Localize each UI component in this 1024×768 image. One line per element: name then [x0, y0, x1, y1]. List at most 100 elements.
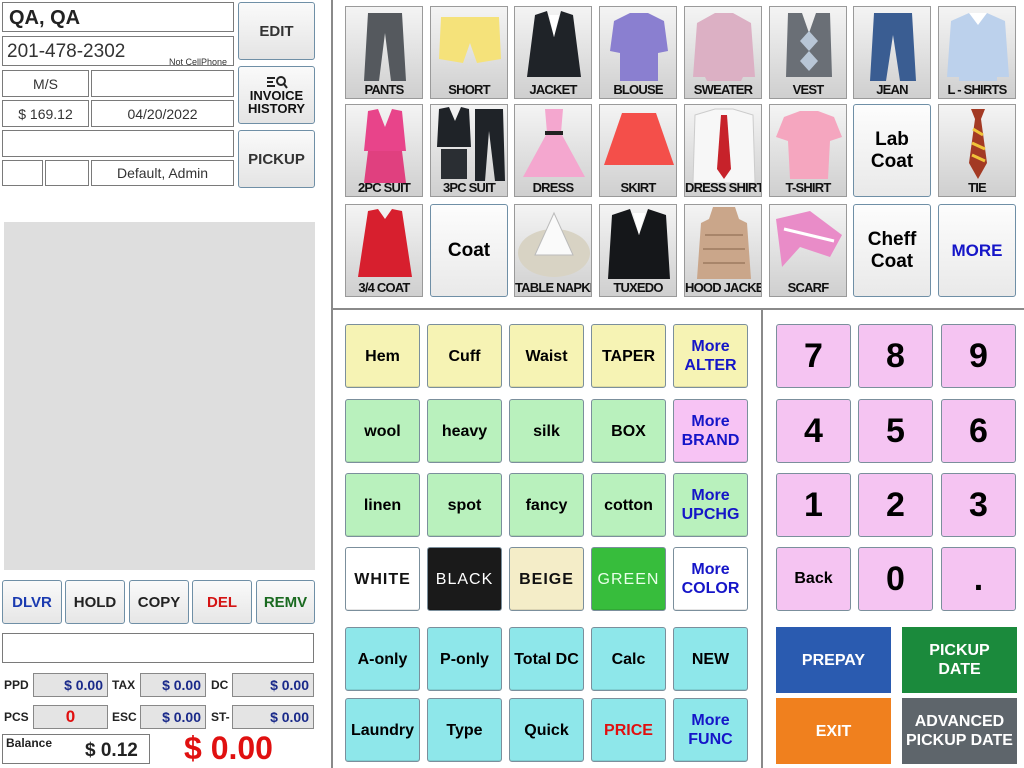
garment-more-button[interactable]: MORE: [938, 204, 1016, 297]
balance-box: Balance $ 0.12: [2, 734, 150, 764]
key-3[interactable]: 3: [941, 473, 1016, 537]
a-only-button[interactable]: A-only: [345, 627, 420, 691]
fancy-button[interactable]: fancy: [509, 473, 584, 537]
exit-button[interactable]: EXIT: [776, 698, 891, 764]
garment-table-napkin[interactable]: TABLE NAPKIN: [514, 204, 592, 297]
customer-amount-field: $ 169.12: [2, 100, 89, 127]
garment-3pc-suit[interactable]: 3PC SUIT: [430, 104, 508, 197]
key-6[interactable]: 6: [941, 399, 1016, 463]
garment-dress-shirts[interactable]: DRESS SHIRTS: [684, 104, 762, 197]
garment-lshirts[interactable]: L - SHIRTS: [938, 6, 1016, 99]
invoice-label-2: HISTORY: [247, 101, 306, 116]
grand-total: $ 0.00: [184, 730, 273, 766]
quick-button[interactable]: Quick: [509, 698, 584, 762]
customer-extra-field: [91, 70, 234, 97]
garment-skirt-label: SKIRT: [620, 180, 656, 195]
garment-tuxedo[interactable]: TUXEDO: [599, 204, 677, 297]
key-7[interactable]: 7: [776, 324, 851, 388]
more-func-button[interactable]: More FUNC: [673, 698, 748, 762]
price-button[interactable]: PRICE: [591, 698, 666, 762]
garment-vest[interactable]: VEST: [769, 6, 847, 99]
more-upchg-label-2: UPCHG: [681, 506, 740, 523]
copy-button[interactable]: COPY: [129, 580, 189, 624]
key-0[interactable]: 0: [858, 547, 933, 611]
color-beige-button[interactable]: BEIGE: [509, 547, 584, 611]
del-button[interactable]: DEL: [192, 580, 252, 624]
key-4[interactable]: 4: [776, 399, 851, 463]
garment-2pc-suit[interactable]: 2PC SUIT: [345, 104, 423, 197]
key-8[interactable]: 8: [858, 324, 933, 388]
dc-label: DC: [211, 678, 229, 692]
garment-jean[interactable]: JEAN: [853, 6, 931, 99]
garment-skirt[interactable]: SKIRT: [599, 104, 677, 197]
linen-button[interactable]: linen: [345, 473, 420, 537]
silk-button[interactable]: silk: [509, 399, 584, 463]
box-button[interactable]: BOX: [591, 399, 666, 463]
garment-coat[interactable]: Coat: [430, 204, 508, 297]
garment-cheff-coat[interactable]: Cheff Coat: [853, 204, 931, 297]
taper-button[interactable]: TAPER: [591, 324, 666, 388]
key-dot[interactable]: .: [941, 547, 1016, 611]
invoice-history-button[interactable]: INVOICE HISTORY: [238, 66, 315, 124]
garment-vest-label: VEST: [792, 82, 825, 97]
dlvr-button[interactable]: DLVR: [2, 580, 62, 624]
remv-button[interactable]: REMV: [256, 580, 315, 624]
color-green-button[interactable]: GREEN: [591, 547, 666, 611]
phone-note: Not CellPhone: [169, 57, 228, 67]
hold-button[interactable]: HOLD: [65, 580, 125, 624]
heavy-button[interactable]: heavy: [427, 399, 502, 463]
cotton-button[interactable]: cotton: [591, 473, 666, 537]
memo-field[interactable]: [2, 633, 314, 663]
garment-sweater[interactable]: SWEATER: [684, 6, 762, 99]
more-brand-button[interactable]: More BRAND: [673, 399, 748, 463]
edit-button[interactable]: EDIT: [238, 2, 315, 60]
garment-tie[interactable]: TIE: [938, 104, 1016, 197]
garment-scarf-label: SCARF: [787, 280, 830, 295]
prepay-button[interactable]: PREPAY: [776, 627, 891, 693]
key-2[interactable]: 2: [858, 473, 933, 537]
garment-lab-coat[interactable]: Lab Coat: [853, 104, 931, 197]
pickup-date-button[interactable]: PICKUP DATE: [902, 627, 1017, 693]
customer-name-field: QA, QA: [2, 2, 234, 32]
garment-3-4-coat[interactable]: 3/4 COAT: [345, 204, 423, 297]
st-value: $ 0.00: [232, 705, 314, 729]
hem-button[interactable]: Hem: [345, 324, 420, 388]
coat34-icon: [358, 209, 412, 277]
garment-jacket[interactable]: JACKET: [514, 6, 592, 99]
new-button[interactable]: NEW: [673, 627, 748, 691]
garment-short[interactable]: SHORT: [430, 6, 508, 99]
calc-button[interactable]: Calc: [591, 627, 666, 691]
skirt-icon: [604, 113, 674, 165]
more-alter-button[interactable]: More ALTER: [673, 324, 748, 388]
laundry-button[interactable]: Laundry: [345, 698, 420, 762]
advanced-pickup-date-button[interactable]: ADVANCED PICKUP DATE: [902, 698, 1017, 764]
p-only-button[interactable]: P-only: [427, 627, 502, 691]
more-brand-label-2: BRAND: [681, 432, 740, 449]
garment-pants[interactable]: PANTS: [345, 6, 423, 99]
ppd-label: PPD: [4, 678, 29, 692]
key-back[interactable]: Back: [776, 547, 851, 611]
pickup-button[interactable]: PICKUP: [238, 130, 315, 188]
user-field: Default, Admin: [91, 160, 234, 186]
total-dc-button[interactable]: Total DC: [509, 627, 584, 691]
garment-blouse[interactable]: BLOUSE: [599, 6, 677, 99]
garment-scarf[interactable]: SCARF: [769, 204, 847, 297]
key-1[interactable]: 1: [776, 473, 851, 537]
garment-hood-jacket[interactable]: HOOD JACKET: [684, 204, 762, 297]
cuff-button[interactable]: Cuff: [427, 324, 502, 388]
more-color-button[interactable]: More COLOR: [673, 547, 748, 611]
garment-tshirt[interactable]: T-SHIRT: [769, 104, 847, 197]
type-button[interactable]: Type: [427, 698, 502, 762]
wool-button[interactable]: wool: [345, 399, 420, 463]
key-5[interactable]: 5: [858, 399, 933, 463]
waist-button[interactable]: Waist: [509, 324, 584, 388]
key-9[interactable]: 9: [941, 324, 1016, 388]
more-upchg-button[interactable]: More UPCHG: [673, 473, 748, 537]
color-white-button[interactable]: WHITE: [345, 547, 420, 611]
garment-dress[interactable]: DRESS: [514, 104, 592, 197]
tuxedo-icon: [608, 209, 670, 279]
scarf-icon: [776, 211, 842, 267]
color-black-button[interactable]: BLACK: [427, 547, 502, 611]
spot-button[interactable]: spot: [427, 473, 502, 537]
garment-jacket-label: JACKET: [529, 82, 577, 97]
